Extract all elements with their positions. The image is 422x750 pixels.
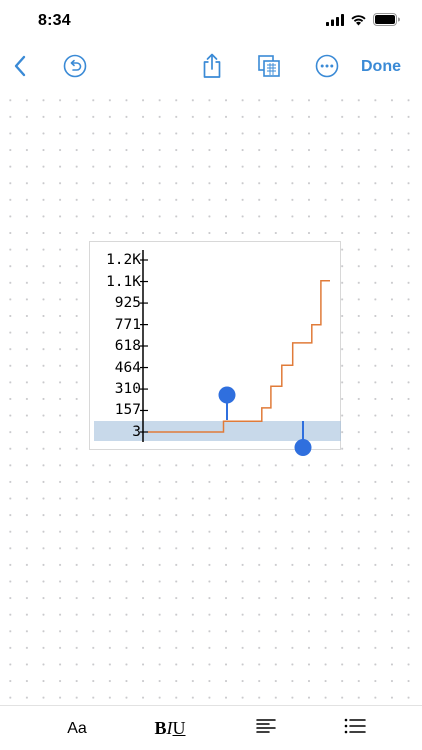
share-button[interactable]: [198, 53, 226, 84]
more-button[interactable]: [313, 54, 341, 82]
more-icon: [315, 54, 339, 83]
note-toolbar: Done: [0, 44, 422, 92]
y-tick-label: 1.2K: [106, 252, 141, 268]
bold-italic-underline-button[interactable]: BIU: [146, 706, 194, 750]
undo-button[interactable]: [61, 54, 89, 82]
status-icons: [326, 13, 400, 31]
text-style-label: Aa: [67, 719, 87, 737]
bold-label: B: [154, 718, 167, 738]
y-tick-label: 157: [114, 402, 141, 419]
list-icon: [344, 718, 366, 739]
y-tick-label: 3: [132, 424, 141, 440]
alignment-button[interactable]: [252, 706, 280, 750]
share-icon: [201, 53, 223, 84]
wifi-icon: [350, 13, 367, 31]
y-tick-label: 618: [114, 338, 141, 354]
signal-icon: [326, 13, 344, 31]
y-tick-label: 771: [114, 316, 141, 333]
back-button[interactable]: [6, 54, 34, 82]
y-tick-label: 464: [114, 359, 141, 376]
text-style-button[interactable]: Aa: [56, 706, 98, 750]
y-tick-label: 925: [114, 295, 141, 312]
copy-button[interactable]: [255, 54, 283, 82]
done-button[interactable]: Done: [361, 58, 401, 76]
format-bar: Aa BIU: [0, 705, 422, 750]
note-page: 8:34 Done 1.2K 1.1K 925 771 618 464 310 …: [0, 0, 422, 750]
status-time: 8:34: [38, 12, 71, 29]
underline-label: U: [172, 718, 186, 738]
y-tick-label: 310: [114, 381, 141, 398]
status-bar: 8:34: [0, 0, 422, 44]
chevron-left-icon: [13, 55, 27, 82]
battery-icon: [373, 13, 400, 31]
copy-icon: [257, 54, 281, 83]
y-tick-label: 1.1K: [106, 273, 141, 290]
undo-icon: [63, 54, 87, 83]
selection-start-handle[interactable]: [218, 386, 236, 422]
align-left-icon: [256, 718, 276, 739]
selection-end-handle[interactable]: [294, 420, 312, 457]
list-button[interactable]: [340, 706, 370, 750]
